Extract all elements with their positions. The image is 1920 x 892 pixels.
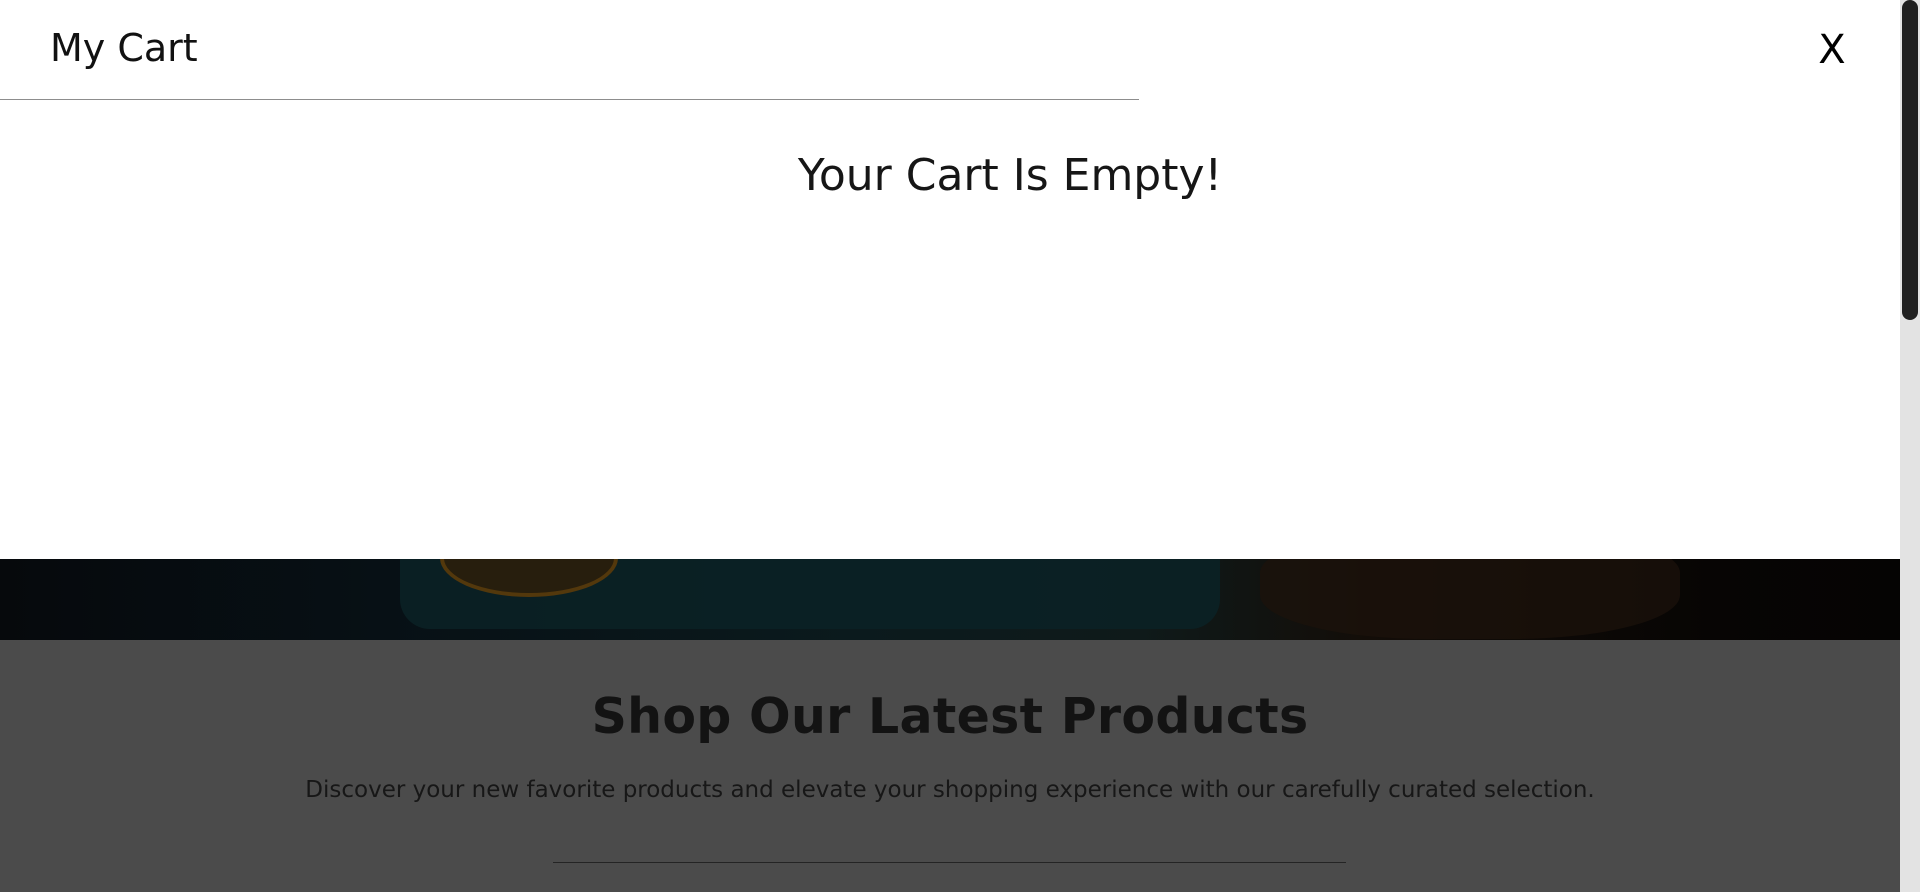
section-subtitle: Discover your new favorite products and … [305,777,1595,803]
close-cart-button[interactable]: X [1810,22,1854,78]
hero-banner-image [0,559,1900,640]
cart-header-divider [0,99,1139,100]
scrollbar-thumb[interactable] [1902,0,1918,320]
empty-cart-message: Your Cart Is Empty! [797,150,1223,201]
latest-products-section: Shop Our Latest Products Discover your n… [0,640,1900,892]
hero-image-shadow [1260,559,1680,639]
page-scrollbar[interactable] [1900,0,1920,892]
section-title: Shop Our Latest Products [591,688,1309,745]
section-divider [553,862,1346,863]
cart-drawer: My Cart X Your Cart Is Empty! [0,0,1900,559]
cart-title: My Cart [50,26,198,70]
